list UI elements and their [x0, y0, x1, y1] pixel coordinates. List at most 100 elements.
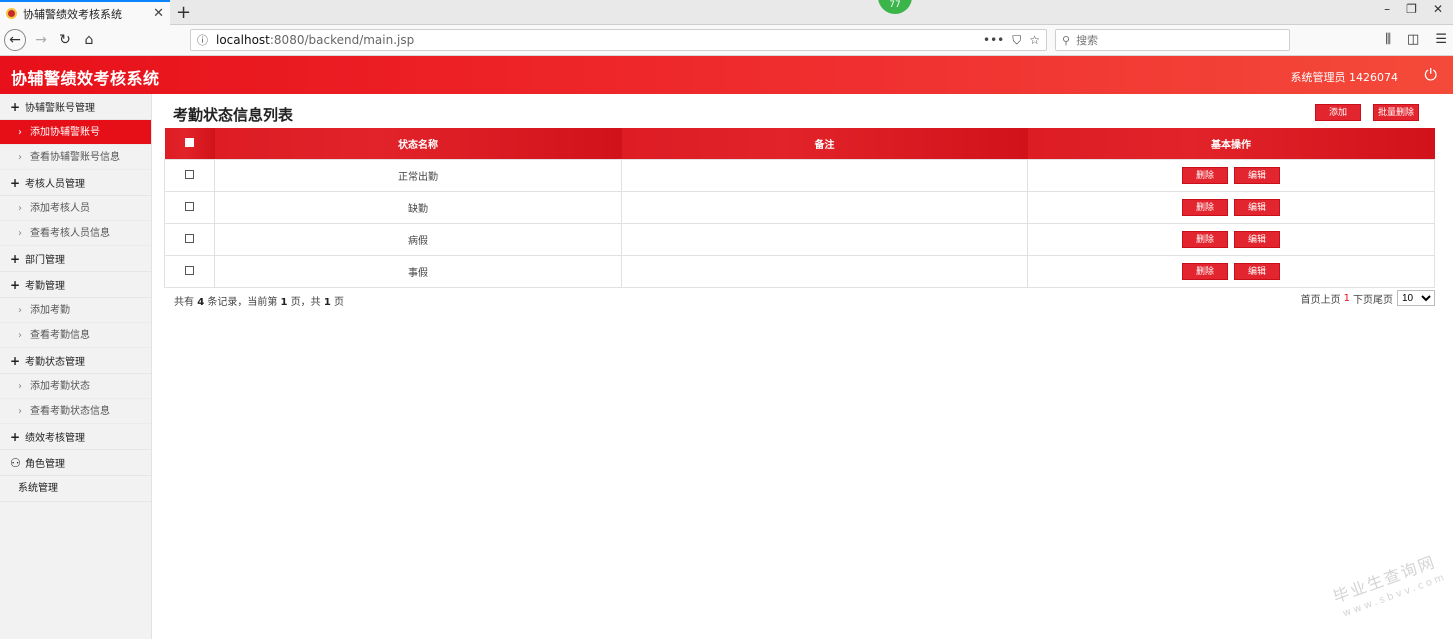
status-name-cell: 病假: [214, 222, 622, 256]
role-icon: ⚇: [10, 456, 21, 470]
close-tab-icon[interactable]: ✕: [153, 6, 164, 21]
table-row: 事假 删除 编辑: [164, 254, 1435, 288]
status-name-cell: 正常出勤: [214, 158, 622, 192]
column-header-name: 状态名称: [214, 128, 622, 159]
actions-cell: 删除 编辑: [1027, 222, 1435, 256]
sidebar-item-label: 添加考勤: [30, 305, 70, 316]
new-tab-button[interactable]: +: [176, 2, 191, 23]
search-input[interactable]: ⚲ 搜索: [1055, 29, 1290, 51]
address-bar[interactable]: ⓘ localhost:8080/backend/main.jsp ••• ⛉ …: [190, 29, 1047, 51]
sidebar-toggle-icon[interactable]: ◫: [1407, 32, 1419, 47]
edit-button[interactable]: 编辑: [1234, 230, 1280, 248]
remark-cell: [621, 190, 1028, 224]
delete-button[interactable]: 删除: [1182, 166, 1228, 184]
page-actions-icon[interactable]: •••: [983, 33, 1004, 48]
edit-button[interactable]: 编辑: [1234, 198, 1280, 216]
current-page: 1: [1343, 292, 1350, 304]
tab-title: 协辅警绩效考核系统: [23, 7, 122, 21]
delete-button[interactable]: 删除: [1182, 230, 1228, 248]
site-favicon-icon: [6, 8, 17, 19]
sidebar-item[interactable]: + 考勤状态管理: [0, 348, 151, 374]
prev-page-link[interactable]: 上页: [1321, 291, 1341, 306]
sidebar-item-label: 绩效考核管理: [25, 433, 85, 444]
sidebar-item[interactable]: › 添加考勤: [0, 298, 151, 323]
sidebar-item-label: 查看协辅警账号信息: [30, 152, 120, 163]
expand-plus-icon: +: [10, 100, 21, 114]
chevron-right-icon: ›: [18, 228, 22, 239]
edit-button[interactable]: 编辑: [1234, 166, 1280, 184]
column-header-actions: 基本操作: [1027, 128, 1435, 159]
bookmark-star-icon[interactable]: ☆: [1029, 33, 1040, 48]
browser-tab[interactable]: 协辅警绩效考核系统 ✕: [0, 0, 170, 25]
table-row: 病假 删除 编辑: [164, 222, 1435, 256]
window-close-icon[interactable]: ✕: [1433, 2, 1443, 16]
record-summary: 共有 4 条记录，当前第 1 页，共 1 页: [174, 297, 345, 308]
sidebar-item[interactable]: › 添加考核人员: [0, 196, 151, 221]
sidebar-item[interactable]: ⚇ 角色管理: [0, 450, 151, 476]
actions-cell: 删除 编辑: [1027, 158, 1435, 192]
sidebar-item[interactable]: › 查看考勤信息: [0, 323, 151, 348]
actions-cell: 删除 编辑: [1027, 254, 1435, 288]
browser-tabbar: 协辅警绩效考核系统 ✕ + 77 – ❐ ✕: [0, 0, 1453, 25]
sidebar-item[interactable]: › 添加考勤状态: [0, 374, 151, 399]
first-page-link[interactable]: 首页: [1301, 291, 1321, 306]
sidebar-item[interactable]: › 查看考核人员信息: [0, 221, 151, 246]
info-icon[interactable]: ⓘ: [197, 32, 208, 48]
minimize-icon[interactable]: –: [1384, 2, 1390, 16]
home-icon[interactable]: ⌂: [78, 29, 100, 51]
row-checkbox[interactable]: [185, 202, 194, 211]
menu-icon[interactable]: ☰: [1435, 32, 1447, 47]
sidebar-item[interactable]: + 绩效考核管理: [0, 424, 151, 450]
sidebar-item[interactable]: + 考核人员管理: [0, 170, 151, 196]
search-icon: ⚲: [1062, 33, 1071, 47]
back-icon[interactable]: ←: [4, 29, 26, 51]
add-button[interactable]: 添加: [1315, 104, 1361, 121]
edit-button[interactable]: 编辑: [1234, 262, 1280, 280]
table-header-row: 状态名称 备注 基本操作: [164, 128, 1435, 159]
pocket-icon[interactable]: ⛉: [1012, 33, 1021, 48]
sidebar-item-label: 考核人员管理: [25, 179, 85, 190]
restore-icon[interactable]: ❐: [1406, 2, 1417, 16]
sidebar-item-label: 查看考勤状态信息: [30, 406, 110, 417]
sidebar-item[interactable]: + 部门管理: [0, 246, 151, 272]
row-select-cell: [164, 254, 215, 288]
page-size-select[interactable]: 10: [1397, 290, 1435, 306]
sidebar-item[interactable]: + 协辅警账号管理: [0, 94, 151, 120]
library-icon[interactable]: ⫼: [1385, 32, 1391, 47]
row-select-cell: [164, 158, 215, 192]
last-page-link[interactable]: 尾页: [1373, 291, 1393, 306]
extension-badge[interactable]: 77: [878, 0, 912, 14]
row-checkbox[interactable]: [185, 170, 194, 179]
status-table: 状态名称 备注 基本操作 正常出勤 删除 编辑 缺勤 删除 编辑 病假 删除 编辑 事假 删除 编辑: [164, 128, 1435, 288]
url-text[interactable]: localhost:8080/backend/main.jsp: [216, 33, 983, 47]
expand-plus-icon: +: [10, 354, 21, 368]
select-all-checkbox[interactable]: [185, 138, 194, 148]
window-controls: – ❐ ✕: [1384, 2, 1443, 16]
sidebar-item[interactable]: › 查看协辅警账号信息: [0, 145, 151, 170]
next-page-link[interactable]: 下页: [1353, 291, 1373, 306]
sidebar-item[interactable]: › 添加协辅警账号: [0, 120, 151, 145]
status-name-cell: 缺勤: [214, 190, 622, 224]
forward-icon[interactable]: →: [30, 29, 52, 51]
chevron-right-icon: ›: [18, 330, 22, 341]
row-checkbox[interactable]: [185, 234, 194, 243]
remark-cell: [621, 222, 1028, 256]
expand-plus-icon: +: [10, 430, 21, 444]
sidebar-item-label: 部门管理: [25, 255, 65, 266]
sidebar-item[interactable]: › 查看考勤状态信息: [0, 399, 151, 424]
reload-icon[interactable]: ↻: [54, 29, 76, 51]
app-title: 协辅警绩效考核系统: [11, 69, 160, 88]
sidebar-item-label: 查看考核人员信息: [30, 228, 110, 239]
status-name-cell: 事假: [214, 254, 622, 288]
sidebar-item[interactable]: + 考勤管理: [0, 272, 151, 298]
delete-button[interactable]: 删除: [1182, 262, 1228, 280]
row-checkbox[interactable]: [185, 266, 194, 275]
batch-delete-button[interactable]: 批量删除: [1373, 104, 1419, 121]
chevron-right-icon: ›: [18, 406, 22, 417]
sidebar-item[interactable]: 系统管理: [0, 476, 151, 502]
sidebar-item-label: 添加考核人员: [30, 203, 90, 214]
sidebar-item-label: 添加协辅警账号: [30, 127, 100, 138]
delete-button[interactable]: 删除: [1182, 198, 1228, 216]
logout-power-icon[interactable]: ⏻: [1424, 65, 1437, 85]
expand-plus-icon: +: [10, 278, 21, 292]
